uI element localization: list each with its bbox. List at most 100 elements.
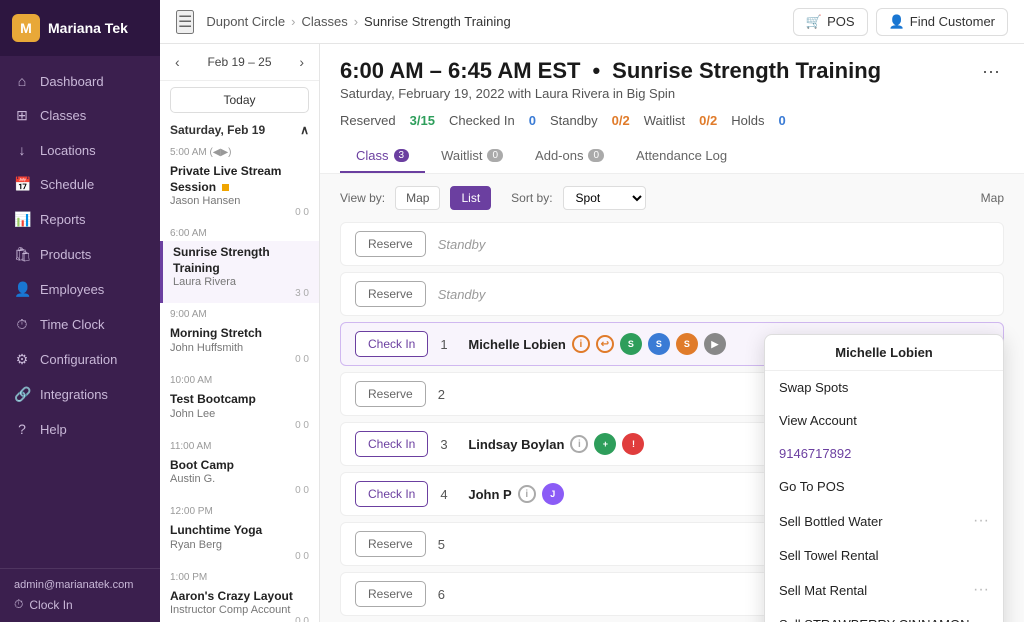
sidebar-item-dashboard[interactable]: ⌂Dashboard [0, 64, 160, 98]
info-icon-john: i [518, 485, 536, 503]
clock-in-button[interactable]: ⏱ Clock In [14, 597, 146, 612]
schedule-time-0: 5:00 AM (◀▶) [160, 141, 319, 160]
pos-button[interactable]: 🛒 POS [793, 8, 868, 36]
sort-dropdown[interactable]: Spot Name [563, 186, 646, 210]
schedule-class-2[interactable]: Morning Stretch John Huffsmith 0 0 [160, 322, 319, 369]
schedule-class-0[interactable]: Private Live Stream Session Jason Hansen… [160, 160, 319, 222]
spot-2: 2 [438, 387, 454, 402]
time_clock-icon: ⏱ [14, 316, 30, 333]
reserve-button-6[interactable]: Reserve [355, 581, 426, 607]
roster-row: Reserve Standby [340, 222, 1004, 266]
dropdown-sell-mat[interactable]: Sell Mat Rental ··· [765, 572, 1003, 608]
schedule-class-instructor-1: Laura Rivera [173, 276, 309, 288]
sidebar-item-time_clock[interactable]: ⏱Time Clock [0, 307, 160, 342]
swap-spots-label: Swap Spots [779, 380, 848, 395]
reserve-button-5[interactable]: Reserve [355, 531, 426, 557]
reserve-button-2[interactable]: Reserve [355, 281, 426, 307]
sidebar-nav: ⌂Dashboard⊞Classes↓Locations📅Schedule📊Re… [0, 56, 160, 568]
menu-icon[interactable]: ☰ [176, 10, 194, 34]
checkin-button-lindsay[interactable]: Check In [355, 431, 428, 457]
class-title-dot: • [592, 58, 600, 84]
status-icon-1: ↩ [596, 335, 614, 353]
map-view-button[interactable]: Map [395, 186, 440, 210]
list-view-button[interactable]: List [450, 186, 491, 210]
today-button[interactable]: Today [170, 87, 309, 113]
sell-bottled-water-label: Sell Bottled Water [779, 514, 883, 529]
sidebar-item-schedule[interactable]: 📅Schedule [0, 167, 160, 202]
reserve-button-1[interactable]: Reserve [355, 231, 426, 257]
tab-class[interactable]: Class 3 [340, 140, 425, 173]
tab-waitlist[interactable]: Waitlist 0 [425, 140, 519, 173]
breadcrumb-classes[interactable]: Classes [301, 14, 347, 29]
tab-class-badge: 3 [394, 149, 410, 162]
stat-checkedin-value: 0 [529, 113, 536, 128]
sidebar-item-classes[interactable]: ⊞Classes [0, 98, 160, 133]
breadcrumb: Dupont Circle › Classes › Sunrise Streng… [206, 14, 785, 29]
stat-waitlist-label: Waitlist [644, 113, 685, 128]
tab-attendance[interactable]: Attendance Log [620, 140, 743, 173]
schedule-class-1[interactable]: Sunrise Strength Training Laura Rivera 3… [160, 241, 319, 303]
schedule-time-5: 12:00 PM [160, 500, 319, 519]
reserve-button-3[interactable]: Reserve [355, 381, 426, 407]
schedule-class-4[interactable]: Boot Camp Austin G. 0 0 [160, 454, 319, 501]
schedule-class-5[interactable]: Lunchtime Yoga Ryan Berg 0 0 [160, 519, 319, 566]
schedule-class-counts-6: 0 0 [170, 616, 309, 622]
dropdown-view-account[interactable]: View Account [765, 404, 1003, 437]
products-icon: 🛍 [14, 246, 30, 263]
dropdown-phone[interactable]: 9146717892 [765, 437, 1003, 470]
checkin-button-michelle[interactable]: Check In [355, 331, 428, 357]
schedule-items: 5:00 AM (◀▶) Private Live Stream Session… [160, 141, 319, 622]
class-more-button[interactable]: ⋯ [978, 58, 1004, 87]
schedule-class-name-3: Test Bootcamp [170, 392, 309, 408]
collapse-icon[interactable]: ∧ [300, 123, 309, 137]
classes-icon: ⊞ [14, 107, 30, 124]
schedule-time-1: 6:00 AM [160, 222, 319, 241]
sidebar-item-configuration[interactable]: ⚙Configuration [0, 342, 160, 377]
class-time: 6:00 AM – 6:45 AM EST [340, 58, 580, 84]
schedule-class-counts-2: 0 0 [170, 354, 309, 365]
locations-icon: ↓ [14, 142, 30, 158]
dropdown-sell-bottled-water[interactable]: Sell Bottled Water ··· [765, 503, 1003, 539]
sidebar-item-products[interactable]: 🛍Products [0, 237, 160, 272]
sidebar-label-help: Help [40, 422, 67, 437]
schedule-class-instructor-3: John Lee [170, 408, 309, 420]
breadcrumb-sep-2: › [354, 14, 358, 29]
stat-standby-value: 0/2 [612, 113, 630, 128]
dropdown-sell-strawberry[interactable]: Sell STRAWBERRY CINNAMON ROLL [765, 608, 1003, 622]
stat-standby-label: Standby [550, 113, 598, 128]
spot-1: 1 [440, 337, 456, 352]
dropdown-go-to-pos[interactable]: Go To POS [765, 470, 1003, 503]
stat-reserved-value: 3/15 [410, 113, 435, 128]
sidebar-item-locations[interactable]: ↓Locations [0, 133, 160, 167]
sidebar-item-employees[interactable]: 👤Employees [0, 272, 160, 307]
schedule-class-6[interactable]: Aaron's Crazy Layout Instructor Comp Acc… [160, 585, 319, 622]
clock-in-label: Clock In [29, 598, 72, 612]
tab-addons[interactable]: Add-ons 0 [519, 140, 620, 173]
tab-waitlist-badge: 0 [487, 149, 503, 162]
checkin-button-john[interactable]: Check In [355, 481, 428, 507]
find-customer-button[interactable]: 👤 Find Customer [876, 8, 1008, 36]
schedule-class-name-2: Morning Stretch [170, 326, 309, 342]
sort-select[interactable]: Spot Name [563, 186, 646, 210]
schedule-class-name-5: Lunchtime Yoga [170, 523, 309, 539]
sidebar-item-reports[interactable]: 📊Reports [0, 202, 160, 237]
schedule-class-3[interactable]: Test Bootcamp John Lee 0 0 [160, 388, 319, 435]
view-by-label: View by: [340, 191, 385, 205]
schedule-class-instructor-4: Austin G. [170, 473, 309, 485]
schedule-next-button[interactable]: › [294, 52, 309, 72]
schedule-class-counts-3: 0 0 [170, 420, 309, 431]
class-title-row: 6:00 AM – 6:45 AM EST • Sunrise Strength… [340, 58, 1004, 107]
spot-5: 5 [438, 537, 454, 552]
sidebar-item-help[interactable]: ?Help [0, 412, 160, 446]
sidebar-logo[interactable]: M Mariana Tek [0, 0, 160, 56]
roster-row: Reserve Standby [340, 272, 1004, 316]
schedule-prev-button[interactable]: ‹ [170, 52, 185, 72]
dots-icon-1: ··· [973, 512, 989, 530]
breadcrumb-dupont[interactable]: Dupont Circle [206, 14, 285, 29]
sidebar-item-integrations[interactable]: 🔗Integrations [0, 377, 160, 412]
schedule-panel: ‹ Feb 19 – 25 › Today Saturday, Feb 19 ∧… [160, 44, 320, 622]
dashboard-icon: ⌂ [14, 73, 30, 89]
dropdown-swap-spots[interactable]: Swap Spots [765, 371, 1003, 404]
spot-3: 3 [440, 437, 456, 452]
dropdown-sell-towel[interactable]: Sell Towel Rental [765, 539, 1003, 572]
